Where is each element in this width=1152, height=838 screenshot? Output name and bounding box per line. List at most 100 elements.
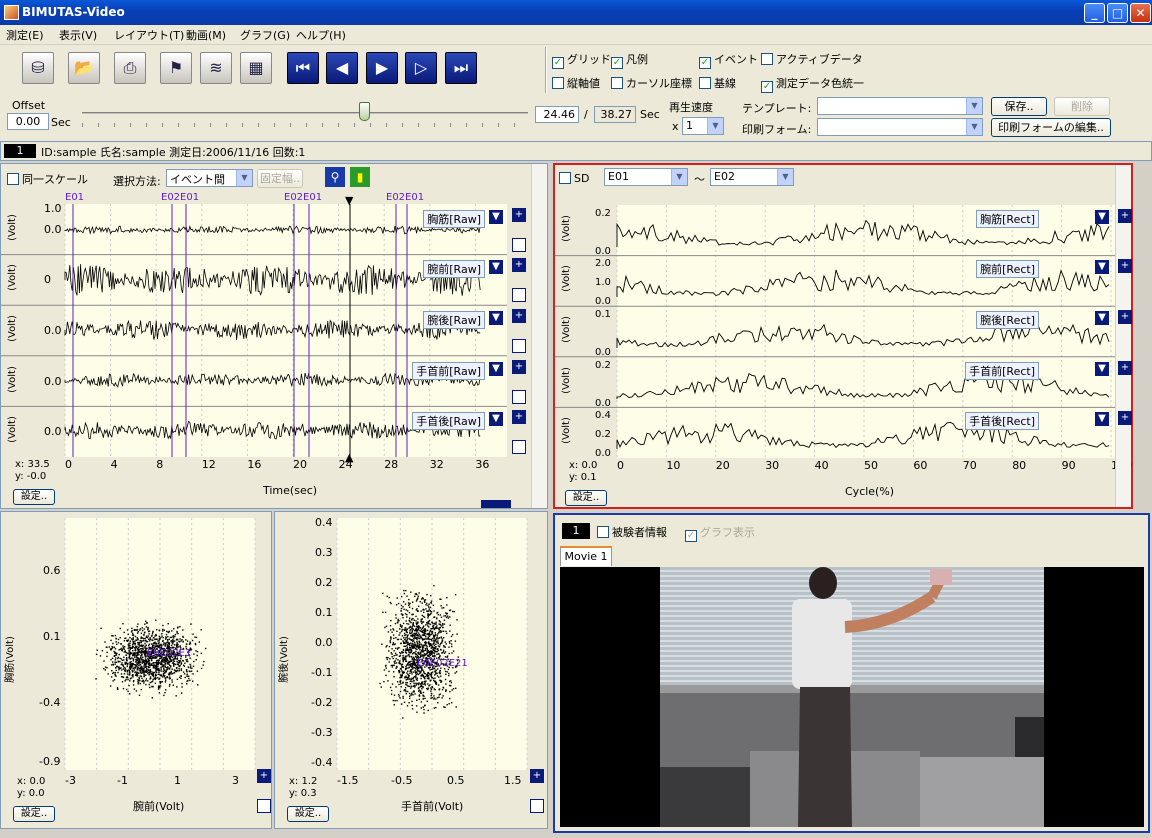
event-marker-icon[interactable]: ▮ [350, 167, 370, 187]
video-frame[interactable] [560, 567, 1144, 827]
offset-input[interactable]: 0.00 [7, 113, 49, 130]
channel-expand-button[interactable]: + [512, 360, 526, 374]
scatter-point [409, 683, 412, 685]
flag-icon[interactable]: ⚑ [160, 52, 192, 84]
menu-video[interactable]: 動画(M) [186, 27, 226, 43]
template-select[interactable]: ▼ [817, 97, 983, 115]
scatter-point [411, 692, 413, 694]
channel-expand-button[interactable]: + [512, 208, 526, 222]
select-method-select[interactable]: イベント間 ▼ [166, 169, 253, 187]
channel-expand-button[interactable]: + [512, 258, 526, 272]
vertical-axis-checkbox[interactable]: 縦軸値 [552, 75, 600, 91]
zoom-in-button[interactable]: + [530, 769, 544, 783]
zoom-controls[interactable] [481, 500, 511, 508]
unify-color-checkbox[interactable]: ✓ 測定データ色統一 [761, 75, 864, 93]
scatter-point [122, 645, 124, 647]
subject-info-checkbox[interactable]: 被験者情報 [597, 524, 667, 540]
menu-measure[interactable]: 測定(E) [6, 27, 44, 43]
event-from-select[interactable]: E01 ▼ [604, 168, 688, 186]
channel-shrink-button[interactable] [512, 440, 526, 454]
channel-dropdown-button[interactable]: ▼ [1095, 260, 1109, 274]
settings-button[interactable]: 設定.. [13, 489, 55, 505]
channel-shrink-button[interactable] [512, 339, 526, 353]
time-slider-thumb[interactable] [359, 102, 370, 121]
play-icon[interactable]: ▶ [366, 52, 398, 84]
settings-button[interactable]: 設定.. [13, 806, 55, 822]
scatter-point [411, 629, 414, 632]
zoom-reset-button[interactable] [530, 799, 544, 813]
channel-dropdown-button[interactable]: ▼ [1095, 311, 1109, 325]
maximize-button[interactable]: □ [1107, 3, 1128, 23]
database-icon[interactable]: ⛁ [22, 52, 54, 84]
channel-dropdown-button[interactable]: ▼ [489, 210, 503, 224]
minimize-button[interactable]: _ [1084, 3, 1105, 23]
channel-shrink-button[interactable] [512, 238, 526, 252]
baseline-checkbox[interactable]: 基線 [699, 75, 736, 91]
print-form-select[interactable]: ▼ [817, 118, 983, 136]
skip-end-icon[interactable]: ⏭ [445, 52, 477, 84]
delete-button[interactable]: 削除 [1054, 97, 1110, 116]
same-scale-checkbox[interactable]: 同一スケール [7, 171, 88, 187]
menu-view[interactable]: 表示(V) [59, 27, 97, 43]
grid-checkbox[interactable]: ✓ グリッド [552, 51, 611, 69]
settings-button[interactable]: 設定.. [287, 806, 329, 822]
close-button[interactable]: ✕ [1130, 3, 1151, 23]
channel-expand-button[interactable]: + [512, 309, 526, 323]
graph-layers-icon[interactable]: ≋ [200, 52, 232, 84]
channel-dropdown-button[interactable]: ▼ [489, 362, 503, 376]
channel-expand-button[interactable]: + [1118, 259, 1132, 273]
zoom-in-button[interactable]: + [257, 769, 271, 783]
legend-checkbox[interactable]: ✓ 凡例 [611, 51, 648, 69]
menu-graph[interactable]: グラフ(G) [240, 27, 290, 43]
step-back-icon[interactable]: ◀ [326, 52, 358, 84]
scatter-point [119, 637, 121, 639]
scatter-point [172, 663, 175, 665]
scatter-point [420, 610, 422, 612]
zoom-reset-button[interactable] [257, 799, 271, 813]
vertical-scrollbar[interactable] [531, 164, 547, 508]
event-checkbox[interactable]: ✓ イベント [699, 51, 758, 69]
event-to-select[interactable]: E02 ▼ [710, 168, 794, 186]
scatter-point [390, 689, 393, 692]
open-folder-icon[interactable]: 📂 [68, 52, 100, 84]
graph-display-checkbox[interactable]: ✓ グラフ表示 [685, 524, 755, 542]
channel-shrink-button[interactable] [512, 390, 526, 404]
time-slider-track[interactable] [82, 112, 528, 114]
fixed-width-button[interactable]: 固定幅.. [257, 169, 303, 188]
channel-expand-button[interactable]: + [1118, 411, 1132, 425]
print-icon[interactable]: ⎙ [114, 52, 146, 84]
speed-select[interactable]: 1 ▼ [682, 117, 724, 135]
current-time-input[interactable]: 24.46 [535, 106, 579, 123]
menu-help[interactable]: ヘルプ(H) [296, 27, 346, 43]
settings-button[interactable]: 設定.. [565, 490, 607, 506]
grid-icon[interactable]: ▦ [240, 52, 272, 84]
save-button[interactable]: 保存.. [991, 97, 1047, 116]
channel-dropdown-button[interactable]: ▼ [1095, 412, 1109, 426]
active-data-checkbox[interactable]: アクティブデータ [761, 51, 863, 67]
scatter-point [165, 642, 167, 644]
channel-expand-button[interactable]: + [1118, 361, 1132, 375]
sd-checkbox[interactable]: SD [559, 172, 589, 185]
menu-layout[interactable]: レイアウト(T) [114, 27, 184, 43]
channel-shrink-button[interactable] [512, 288, 526, 302]
channel-dropdown-button[interactable]: ▼ [489, 260, 503, 274]
channel-dropdown-button[interactable]: ▼ [489, 412, 503, 426]
channel-expand-button[interactable]: + [1118, 209, 1132, 223]
person-icon[interactable]: ⚲ [325, 167, 345, 187]
channel-dropdown-button[interactable]: ▼ [1095, 210, 1109, 224]
scatter-point [121, 659, 124, 662]
channel-expand-button[interactable]: + [1118, 310, 1132, 324]
edit-print-form-button[interactable]: 印刷フォームの編集.. [991, 118, 1111, 137]
step-forward-icon[interactable]: ▷ [405, 52, 437, 84]
cursor-top-marker[interactable]: ▼ [345, 194, 353, 207]
scatter-point [408, 643, 410, 645]
skip-start-icon[interactable]: ⏮ [287, 52, 319, 84]
channel-expand-button[interactable]: + [512, 410, 526, 424]
channel-dropdown-button[interactable]: ▼ [489, 311, 503, 325]
cursor-coord-checkbox[interactable]: カーソル座標 [611, 75, 692, 91]
scatter-point [165, 679, 167, 681]
scatter-point [165, 633, 168, 636]
channel-dropdown-button[interactable]: ▼ [1095, 362, 1109, 376]
tab-movie-1[interactable]: Movie 1 [560, 546, 612, 566]
scatter-point [131, 647, 133, 649]
